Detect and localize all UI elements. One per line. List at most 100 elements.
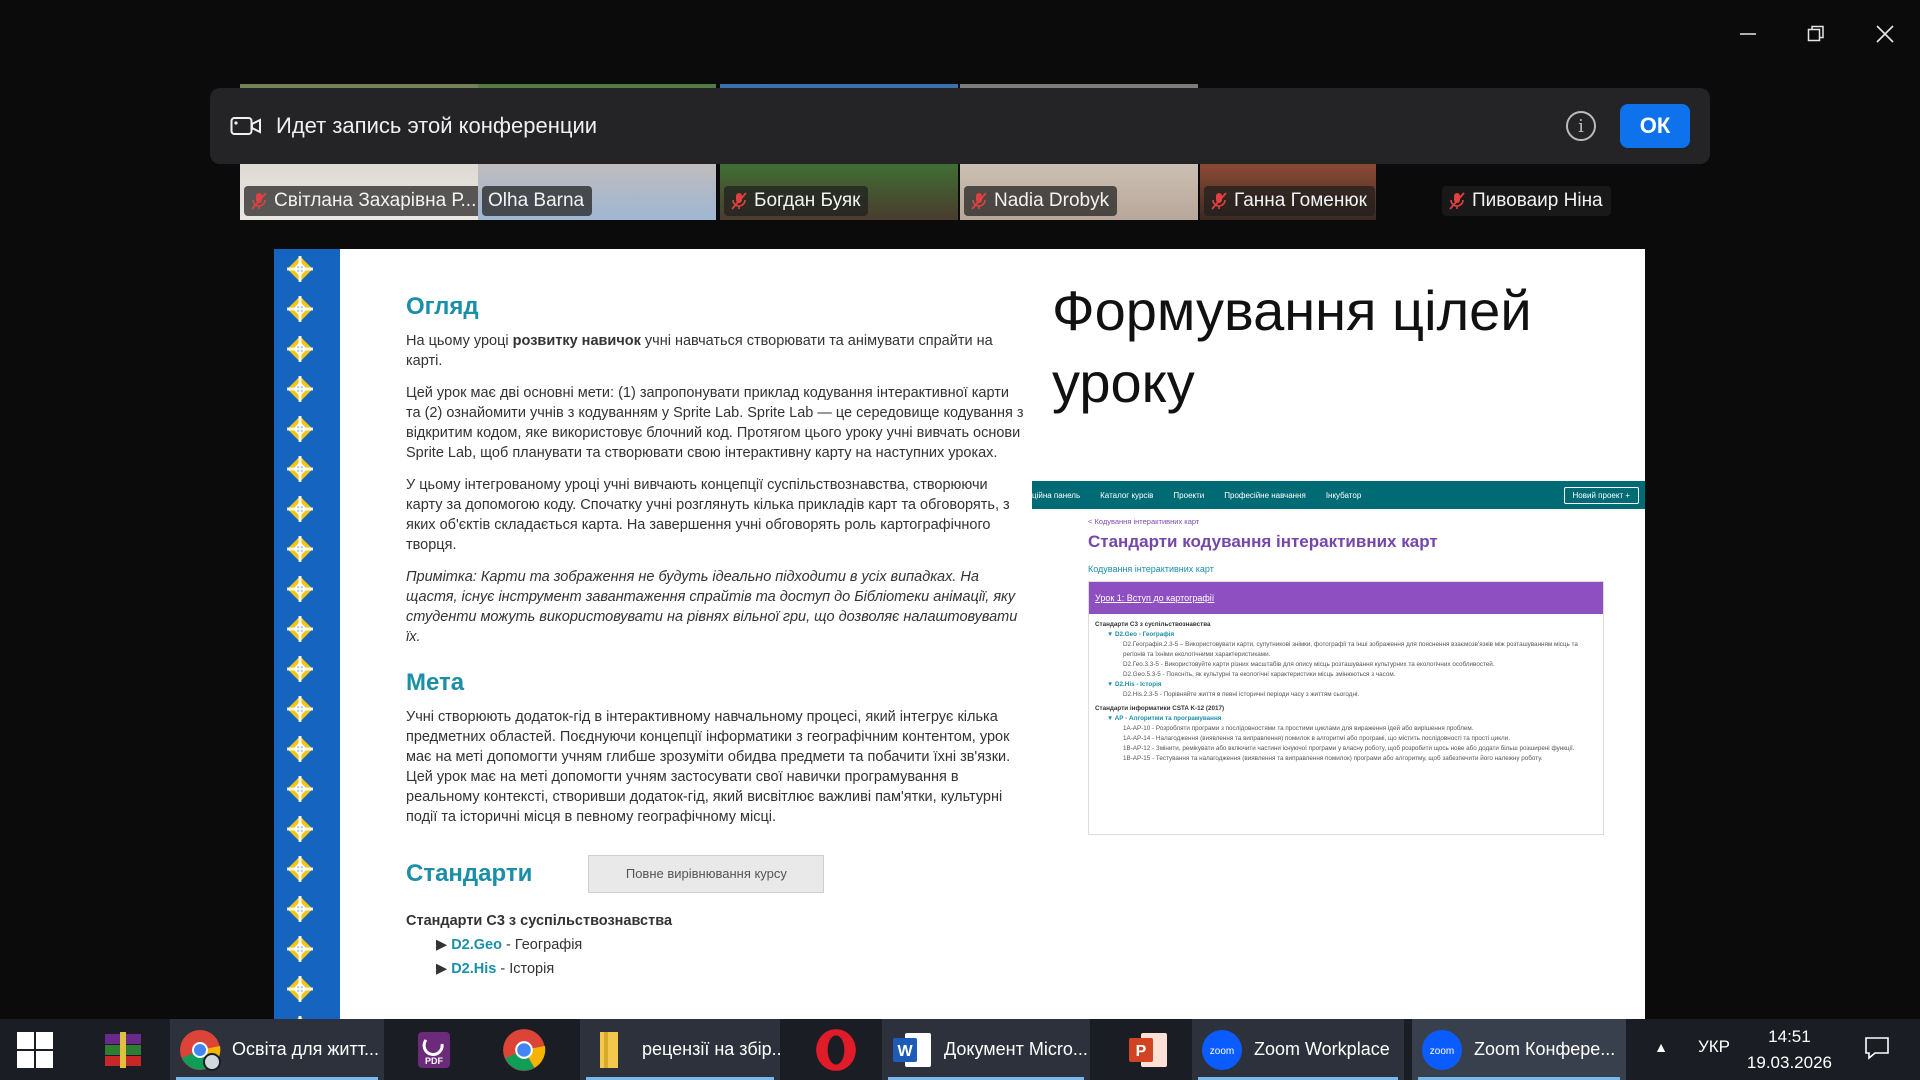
web-line: 1A-AP-10 - Розробляти програми з послідо… — [1123, 725, 1474, 732]
notification-icon[interactable] — [1864, 1035, 1890, 1061]
standard-item[interactable]: ▶ D2.His - Історія — [436, 959, 1026, 979]
goal-paragraph: Учні створюють додаток-гід в інтерактивн… — [406, 709, 1011, 825]
overview-paragraph: На цьому уроці розвитку навичок учні нав… — [406, 331, 1026, 371]
taskbar-app-chrome[interactable] — [494, 1019, 554, 1080]
web-line: D2.His.2.3-5 - Порівняйте життя в певні … — [1123, 691, 1360, 698]
lesson-document: Огляд На цьому уроці розвитку навичок уч… — [406, 249, 1026, 979]
word-icon: W — [890, 1028, 934, 1072]
web-nav-item: Проекти — [1173, 490, 1205, 500]
web-line: 1B-AP-15 - Тестування та налагодження (в… — [1123, 755, 1543, 762]
taskbar-app-label: рецензії на збір... — [642, 1039, 780, 1059]
overview-bold: розвитку навичок — [512, 333, 641, 349]
participant-name: Пивоваир Ніна — [1472, 190, 1603, 211]
web-line: 1B-AP-12 - Змінити, ремікувати або включ… — [1123, 745, 1575, 752]
full-course-alignment-button[interactable]: Повне вирівнювання курсу — [588, 855, 825, 893]
taskbar-app-word[interactable]: W Документ Micro... — [882, 1019, 1090, 1080]
participant-name-label: Богдан Буяк — [724, 186, 869, 216]
embedded-web-screenshot: ційна панель Каталог курсів Проекти Проф… — [1032, 481, 1645, 841]
web-line: Стандарти C3 з суспільствознавства — [1095, 621, 1211, 628]
web-line: ▼ D2.Geo - Географія — [1107, 631, 1175, 638]
video-camera-icon — [230, 117, 261, 135]
participant-name: Богдан Буяк — [754, 190, 861, 211]
standard-desc: - Історія — [496, 961, 555, 977]
restore-button[interactable] — [1796, 14, 1836, 54]
svg-text:W: W — [897, 1043, 913, 1060]
taskbar-app-label: Документ Micro... — [944, 1039, 1088, 1059]
web-nav-item: ційна панель — [1032, 490, 1081, 500]
participant-name: Olha Barna — [488, 190, 585, 211]
web-nav-item: Професійне навчання — [1224, 490, 1306, 500]
web-lesson-header: Урок 1: Вступ до картографії — [1089, 582, 1603, 614]
overview-note: Примітка: Карти та зображення не будуть … — [406, 569, 1018, 645]
powerpoint-icon: P — [1129, 1032, 1167, 1067]
minimize-icon — [1740, 33, 1756, 35]
taskbar-app-folder[interactable]: рецензії на збір... — [580, 1019, 780, 1080]
close-icon — [1876, 25, 1894, 43]
participant-name-label: Пивоваир Ніна — [1442, 186, 1611, 216]
windows-taskbar: Освіта для житт... PDF рецензії на збір.… — [0, 1019, 1920, 1080]
web-standards-list: Стандарти C3 з суспільствознавства ▼ D2.… — [1089, 614, 1603, 770]
participant-name-label: Olha Barna — [482, 186, 593, 216]
web-new-project-button: Новий проект + — [1563, 486, 1639, 504]
taskbar-app-powerpoint[interactable]: P — [1118, 1019, 1178, 1080]
taskbar-app-chrome-profile[interactable]: Освіта для житт... — [170, 1019, 384, 1080]
svg-text:zoom: zoom — [1430, 1046, 1454, 1057]
winrar-icon — [105, 1031, 141, 1068]
muted-mic-icon — [251, 192, 267, 210]
clock-time: 14:51 — [1768, 1026, 1811, 1046]
standard-desc: - Географія — [501, 937, 583, 953]
goal-heading: Мета — [406, 669, 465, 696]
participant-name: Nadia Drobyk — [994, 190, 1110, 211]
slide-title: Формування цілей уроку — [1052, 275, 1532, 419]
folder-icon — [588, 1028, 632, 1072]
overview-text: На цьому уроці — [406, 333, 513, 349]
recording-banner-text: Идет запись этой конференции — [276, 113, 598, 138]
standard-item[interactable]: ▶ D2.Geo - Географія — [436, 935, 1026, 955]
taskbar-app-zoom-meeting[interactable]: zoom Zoom Конфере... — [1412, 1019, 1626, 1080]
web-line: D2.Гео.3.3-5 - Використовуйте карти різн… — [1123, 661, 1495, 668]
language-indicator[interactable]: УКР — [1698, 1037, 1730, 1057]
recording-banner: Идет запись этой конференции i ОК — [210, 88, 1710, 164]
close-button[interactable] — [1865, 14, 1905, 54]
web-line: ▼ AP - Алгоритми та програмування — [1107, 715, 1222, 722]
standard-code[interactable]: D2.His — [451, 961, 496, 977]
zoom-meeting-window: Світлана Захарівна Р... Olha Barna Богда… — [0, 0, 1920, 1080]
start-button[interactable] — [0, 1019, 70, 1080]
pdf-icon: PDF — [418, 1031, 450, 1068]
minimize-button[interactable] — [1728, 14, 1768, 54]
standard-code[interactable]: D2.Geo — [451, 937, 502, 953]
opera-icon — [816, 1028, 856, 1071]
zoom-icon: zoom — [1200, 1028, 1244, 1072]
chrome-profile-icon — [178, 1028, 222, 1072]
info-icon[interactable]: i — [1566, 111, 1596, 141]
participant-name-label: Ганна Гоменюк — [1204, 186, 1375, 216]
overview-heading: Огляд — [406, 293, 479, 320]
ornament-pattern-icon — [287, 249, 340, 1019]
clock[interactable]: 14:51 19.03.2026 — [1747, 1019, 1832, 1080]
slide-title-line: уроку — [1052, 351, 1195, 414]
ok-button[interactable]: ОК — [1620, 104, 1690, 148]
web-navbar: ційна панель Каталог курсів Проекти Проф… — [1032, 481, 1645, 509]
svg-text:zoom: zoom — [1210, 1046, 1234, 1057]
web-breadcrumb: < Кодування інтерактивних карт — [1088, 517, 1200, 526]
muted-mic-icon — [1211, 192, 1227, 210]
web-line: Стандарти інформатики CSTA K-12 (2017) — [1095, 705, 1225, 712]
windows-start-icon — [17, 1031, 53, 1068]
taskbar-app-opera[interactable] — [806, 1019, 866, 1080]
participant-name-label: Світлана Захарівна Р... — [244, 186, 478, 216]
overview-paragraph: У цьому інтегрованому уроці учні вивчают… — [406, 477, 1010, 553]
web-line: D2.Географія.2.3-5 – Використовувати кар… — [1123, 641, 1578, 658]
taskbar-app-winrar[interactable] — [90, 1019, 156, 1080]
taskbar-app-label: Zoom Workplace — [1254, 1039, 1390, 1059]
svg-text:PDF: PDF — [425, 1056, 444, 1066]
taskbar-app-zoom-workplace[interactable]: zoom Zoom Workplace — [1192, 1019, 1404, 1080]
web-page-title: Стандарти кодування інтерактивних карт — [1088, 532, 1438, 551]
web-line: ▼ D2.His - Історія — [1107, 681, 1162, 688]
taskbar-app-label: Zoom Конфере... — [1474, 1039, 1616, 1059]
shared-slide: Огляд На цьому уроці розвитку навичок уч… — [274, 249, 1645, 1019]
taskbar-app-label: Освіта для житт... — [232, 1039, 379, 1059]
tray-chevron-up-icon[interactable]: ▲ — [1654, 1039, 1668, 1055]
clock-date: 19.03.2026 — [1746, 1052, 1832, 1072]
taskbar-app-pdf[interactable]: PDF — [406, 1019, 462, 1080]
chrome-icon — [503, 1028, 546, 1071]
